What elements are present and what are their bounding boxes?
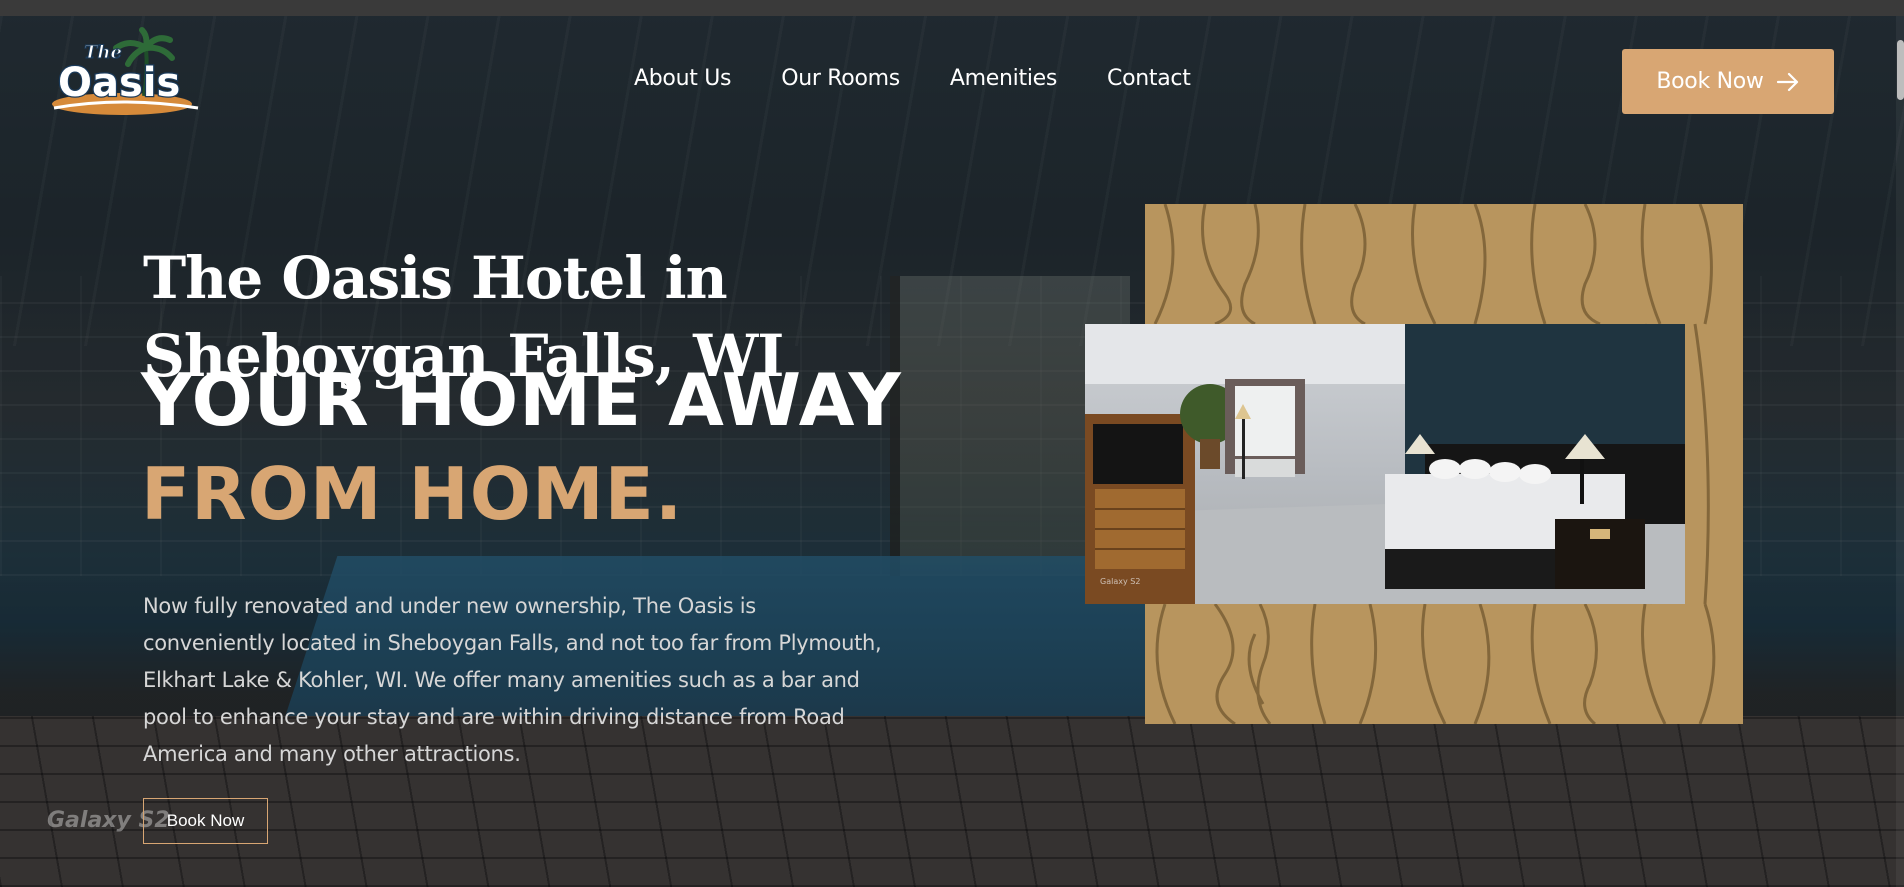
scrollbar-thumb[interactable] bbox=[1897, 40, 1904, 100]
nav-item-about-us[interactable]: About Us bbox=[634, 66, 732, 91]
main-nav: About Us Our Rooms Amenities Contact bbox=[634, 66, 1191, 91]
nav-item-amenities[interactable]: Amenities bbox=[950, 66, 1057, 91]
logo-text-main: Oasis bbox=[58, 60, 180, 106]
hero-description: Now fully renovated and under new owners… bbox=[143, 594, 882, 766]
svg-text:Galaxy S2: Galaxy S2 bbox=[1100, 577, 1140, 586]
page-scrollbar[interactable] bbox=[1896, 16, 1904, 887]
room-photo: Galaxy S2 bbox=[1085, 324, 1685, 604]
hero-tagline-line-1: YOUR HOME AWAY bbox=[141, 358, 902, 442]
hotel-room-image: Galaxy S2 bbox=[1085, 324, 1685, 604]
hero-book-now-button[interactable]: Book Now bbox=[143, 798, 268, 844]
arrow-right-icon bbox=[1776, 72, 1798, 91]
browser-top-bar bbox=[0, 0, 1904, 16]
nav-item-our-rooms[interactable]: Our Rooms bbox=[781, 66, 900, 91]
site-logo[interactable]: The Oasis bbox=[52, 26, 200, 122]
header-book-now-label: Book Now bbox=[1656, 69, 1764, 94]
hero-tagline-line-2: FROM HOME. bbox=[141, 452, 684, 536]
oasis-logo-icon: The Oasis bbox=[52, 27, 199, 115]
header-book-now-button[interactable]: Book Now bbox=[1622, 49, 1834, 114]
nav-item-contact[interactable]: Contact bbox=[1107, 66, 1191, 91]
